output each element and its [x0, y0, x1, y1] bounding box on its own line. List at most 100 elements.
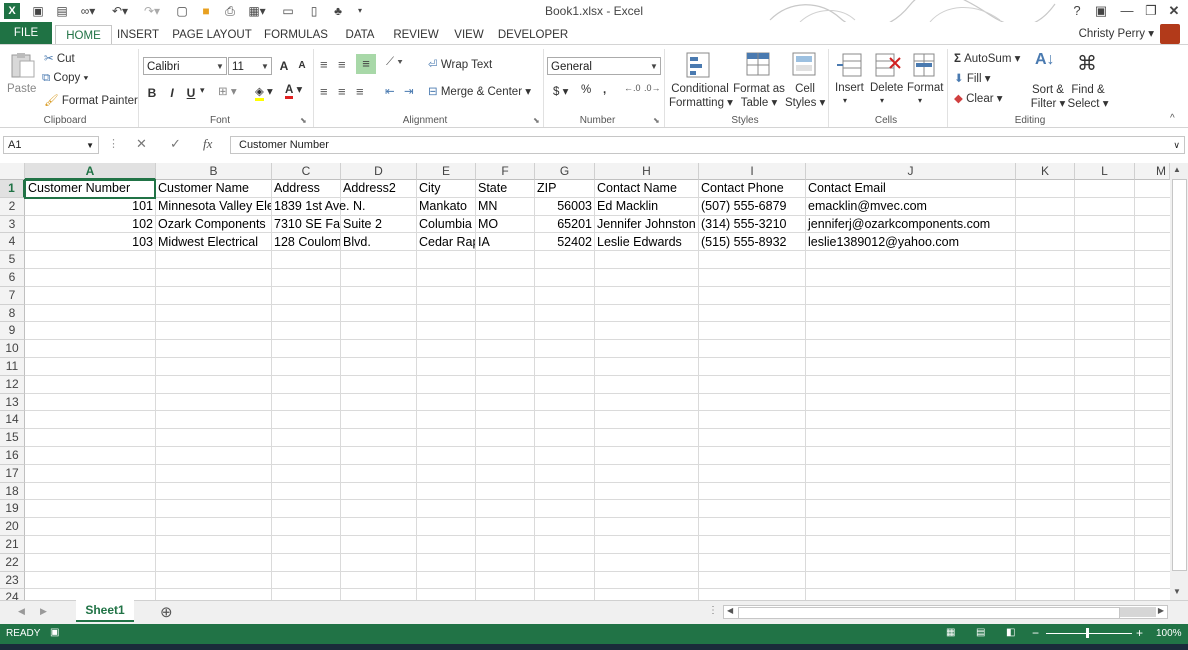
column-header-l[interactable]: L: [1075, 163, 1135, 180]
chevron-down-icon[interactable]: ▾: [200, 85, 205, 96]
scroll-thumb[interactable]: [1172, 179, 1187, 571]
row-header-18[interactable]: 18: [0, 482, 25, 501]
cut-button[interactable]: ✂ Cut: [44, 51, 75, 65]
dialog-launcher-icon[interactable]: ⬊: [653, 116, 660, 125]
row-header-24[interactable]: 24: [0, 589, 25, 600]
cell-h1[interactable]: Contact Name: [595, 180, 698, 198]
cell-d4[interactable]: Blvd.: [341, 234, 416, 252]
delete-cells-icon[interactable]: [872, 50, 902, 80]
help-button[interactable]: ?: [1066, 2, 1088, 20]
scroll-up-icon[interactable]: ▲: [1173, 165, 1181, 174]
binoculars-icon[interactable]: ⌘: [1077, 51, 1097, 76]
row-header-22[interactable]: 22: [0, 553, 25, 572]
row-header-2[interactable]: 2: [0, 197, 25, 216]
cell-a2[interactable]: 101: [26, 198, 155, 216]
sort-filter-icon[interactable]: A↓: [1035, 51, 1055, 69]
borders-button[interactable]: ⊞ ▾: [218, 84, 237, 98]
row-header-9[interactable]: 9: [0, 322, 25, 341]
scroll-right-icon[interactable]: ▶: [1158, 606, 1164, 615]
copy-button[interactable]: ⧉ Copy ▾: [42, 72, 88, 85]
font-name-select[interactable]: Calibri ▼: [143, 57, 227, 75]
grow-font-button[interactable]: A: [276, 57, 292, 75]
cell-i2[interactable]: (507) 555-6879: [699, 198, 805, 216]
row-header-1[interactable]: 1: [0, 180, 25, 198]
close-button[interactable]: ✕: [1163, 2, 1185, 20]
cell-h2[interactable]: Ed Macklin: [595, 198, 698, 216]
cell-b3[interactable]: Ozark Components: [156, 216, 271, 234]
column-header-g[interactable]: G: [535, 163, 595, 180]
collapse-ribbon-icon[interactable]: ^: [1170, 113, 1175, 124]
cell-g3[interactable]: 65201: [535, 216, 594, 234]
cell-g4[interactable]: 52402: [535, 234, 594, 252]
tab-home[interactable]: HOME: [55, 25, 112, 46]
new-sheet-icon[interactable]: ⊕: [160, 603, 173, 621]
tab-formulas[interactable]: FORMULAS: [262, 25, 330, 45]
row-header-20[interactable]: 20: [0, 518, 25, 536]
font-color-button[interactable]: A ▾: [285, 82, 302, 99]
align-center-icon[interactable]: ≡: [338, 84, 346, 99]
cell-c2[interactable]: 1839 1st Ave. N.: [272, 198, 412, 216]
format-as-table-button[interactable]: Format as Table ▾: [733, 82, 785, 110]
tab-data[interactable]: DATA: [338, 25, 382, 45]
comma-button[interactable]: ,: [603, 84, 606, 96]
align-left-icon[interactable]: ≡: [320, 84, 328, 99]
row-header-6[interactable]: 6: [0, 269, 25, 287]
tab-split-handle[interactable]: ⋮: [708, 605, 718, 616]
decrease-indent-icon[interactable]: ⇤: [385, 84, 395, 98]
merge-center-button[interactable]: ⊟ Merge & Center ▾: [428, 84, 531, 98]
spreadsheet-grid[interactable]: A B C D E F G H I J K L M 1 2 3 4 5 6 7 8 9 10 11 1…: [0, 163, 1170, 600]
avatar[interactable]: [1160, 24, 1180, 44]
cell-e1[interactable]: City: [417, 180, 475, 198]
column-header-b[interactable]: B: [156, 163, 272, 180]
previous-sheet-icon[interactable]: ◀: [18, 606, 25, 617]
cell-g1[interactable]: ZIP: [535, 180, 594, 198]
tab-insert[interactable]: INSERT: [114, 25, 162, 45]
delete-button[interactable]: Delete: [870, 82, 903, 94]
cell-g2[interactable]: 56003: [535, 198, 594, 216]
cell-b1[interactable]: Customer Name: [156, 180, 271, 198]
cell-e2[interactable]: Mankato: [417, 198, 475, 216]
tab-review[interactable]: REVIEW: [390, 25, 442, 45]
autosum-button[interactable]: Σ AutoSum ▾: [954, 51, 1020, 65]
underline-button[interactable]: U: [183, 84, 199, 102]
align-bottom-icon[interactable]: ≡: [356, 54, 376, 74]
cell-i4[interactable]: (515) 555-8932: [699, 234, 805, 252]
dialog-launcher-icon[interactable]: ⬊: [300, 116, 307, 125]
cell-f4[interactable]: IA: [476, 234, 534, 252]
fill-color-button[interactable]: ◈ ▾: [255, 84, 273, 101]
paste-button[interactable]: Paste: [7, 83, 36, 95]
row-header-21[interactable]: 21: [0, 536, 25, 554]
tab-view[interactable]: VIEW: [450, 25, 488, 45]
normal-view-icon[interactable]: ▦: [946, 627, 955, 638]
column-header-d[interactable]: D: [341, 163, 417, 180]
column-header-h[interactable]: H: [595, 163, 699, 180]
zoom-out-button[interactable]: −: [1032, 626, 1039, 640]
cell-j3[interactable]: jenniferj@ozarkcomponents.com: [806, 216, 1015, 234]
scroll-left-icon[interactable]: ◀: [727, 606, 733, 615]
cell-styles-icon[interactable]: [790, 50, 820, 80]
restore-button[interactable]: ❐: [1140, 2, 1162, 20]
wrap-text-button[interactable]: ⏎ Wrap Text: [428, 57, 492, 71]
align-top-icon[interactable]: ≡: [320, 57, 328, 72]
row-header-12[interactable]: 12: [0, 375, 25, 394]
zoom-slider-thumb[interactable]: [1086, 628, 1089, 638]
cell-c1[interactable]: Address: [272, 180, 340, 198]
zoom-slider[interactable]: [1046, 633, 1132, 634]
insert-button[interactable]: Insert: [835, 82, 864, 94]
column-header-j[interactable]: J: [806, 163, 1016, 180]
sort-filter-button[interactable]: Sort & Filter ▾: [1030, 83, 1066, 111]
row-header-4[interactable]: 4: [0, 233, 25, 252]
find-select-button[interactable]: Find & Select ▾: [1066, 83, 1110, 111]
row-header-14[interactable]: 14: [0, 411, 25, 430]
cell-styles-button[interactable]: Cell Styles ▾: [785, 82, 825, 110]
row-header-8[interactable]: 8: [0, 304, 25, 323]
page-break-view-icon[interactable]: ◧: [1006, 627, 1015, 638]
chevron-down-icon[interactable]: ▾: [880, 96, 884, 105]
cell-e4[interactable]: Cedar Rap: [417, 234, 475, 252]
sheet-tab-sheet1[interactable]: Sheet1: [76, 600, 134, 622]
scroll-down-icon[interactable]: ▼: [1173, 587, 1181, 596]
currency-button[interactable]: $ ▾: [553, 84, 568, 98]
orientation-icon[interactable]: ⟋ ▾: [386, 56, 403, 69]
chevron-down-icon[interactable]: ▾: [918, 96, 922, 105]
clear-button[interactable]: ◆ Clear ▾: [954, 91, 1003, 105]
